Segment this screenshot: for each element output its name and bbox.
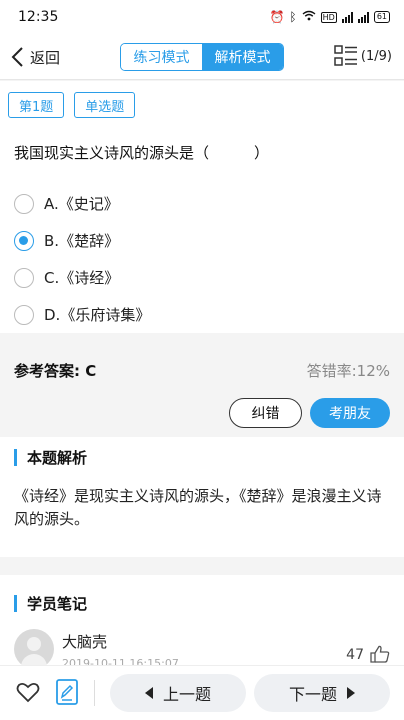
question-tags: 第1题 单选题 [8, 92, 136, 118]
quiz-friend-button[interactable]: 考朋友 [310, 398, 390, 428]
hd-icon: HD [320, 11, 337, 23]
triangle-right-icon [347, 687, 355, 699]
battery-icon: 61 [373, 11, 390, 23]
option-a-letter: A. [44, 194, 59, 213]
bottom-bar: 上一题 下一题 [0, 665, 404, 720]
radio-b[interactable] [14, 230, 34, 251]
option-a[interactable]: A. 《史记》 [14, 185, 150, 222]
section-accent-bar [14, 449, 17, 466]
edit-note-icon[interactable] [56, 679, 78, 705]
progress-text: (1/9) [360, 48, 392, 64]
option-a-text: 《史记》 [58, 195, 119, 213]
status-time: 12:35 [18, 9, 59, 25]
status-icons: ⏰ ᛒ HD 61 [269, 10, 390, 24]
analysis-title-text: 本题解析 [27, 449, 88, 467]
question-type-tag: 单选题 [74, 92, 136, 118]
radio-d[interactable] [14, 304, 34, 325]
note-username: 大脑壳 [62, 633, 108, 651]
back-label: 返回 [30, 48, 61, 67]
wifi-icon [302, 10, 316, 24]
option-d-text: 《乐府诗集》 [60, 306, 151, 324]
prev-label: 上一题 [162, 685, 211, 704]
thumbs-up-icon[interactable] [370, 645, 390, 663]
radio-c[interactable] [14, 267, 34, 288]
analysis-title: 本题解析 [14, 447, 87, 468]
triangle-left-icon [144, 687, 153, 699]
analysis-text: 《诗经》是现实主义诗风的源头，《楚辞》是浪漫主义诗风的源头。 [14, 487, 382, 528]
question-list-button[interactable]: (1/9) [334, 45, 392, 67]
next-question-button[interactable]: 下一题 [254, 674, 390, 712]
notes-title-text: 学员笔记 [27, 595, 88, 613]
option-b-text: 《楚辞》 [59, 232, 120, 250]
options-list: A. 《史记》 B. 《楚辞》 C. 《诗经》 D. 《乐府诗集》 [14, 185, 150, 333]
list-icon [334, 45, 357, 66]
analysis-section: 本题解析 《诗经》是现实主义诗风的源头，《楚辞》是浪漫主义诗风的源头。 [0, 437, 404, 557]
question-number-tag: 第1题 [8, 92, 65, 118]
bluetooth-icon: ᛒ [289, 10, 297, 24]
tab-practice-mode[interactable]: 练习模式 [121, 44, 202, 70]
prev-question-button[interactable]: 上一题 [110, 674, 246, 712]
chevron-left-icon [11, 47, 23, 67]
notes-title: 学员笔记 [14, 593, 87, 614]
option-b[interactable]: B. 《楚辞》 [14, 222, 150, 259]
option-b-letter: B. [44, 231, 60, 250]
back-button[interactable]: 返回 [10, 42, 60, 72]
question-stem: 我国现实主义诗风的源头是（ ） [14, 144, 270, 162]
divider [94, 680, 95, 706]
note-like-count: 47 [346, 647, 364, 663]
avatar[interactable] [14, 629, 54, 669]
question-card: 第1题 单选题 我国现实主义诗风的源头是（ ） A. 《史记》 B. 《楚辞》 … [0, 81, 404, 333]
section-accent-bar [14, 595, 17, 612]
heart-icon[interactable] [16, 681, 40, 703]
nav-bar: 返回 练习模式 解析模式 (1/9) [0, 34, 404, 80]
option-c-letter: C. [44, 268, 60, 287]
alarm-icon: ⏰ [269, 10, 285, 24]
reference-answer: 参考答案: C [14, 362, 97, 380]
signal-icon [341, 11, 353, 23]
tab-analysis-mode[interactable]: 解析模式 [202, 44, 283, 70]
mode-switch: 练习模式 解析模式 [120, 43, 284, 71]
notes-section: 学员笔记 大脑壳 2019-10-11 16:15:07 47 [0, 575, 404, 670]
error-rate: 答错率:12% [306, 362, 390, 380]
option-d-letter: D. [44, 305, 61, 324]
status-bar: 12:35 ⏰ ᛒ HD 61 [0, 0, 404, 34]
signal-icon-2 [357, 11, 369, 23]
option-d[interactable]: D. 《乐府诗集》 [14, 296, 150, 333]
option-c[interactable]: C. 《诗经》 [14, 259, 150, 296]
option-c-text: 《诗经》 [59, 269, 120, 287]
radio-a[interactable] [14, 193, 34, 214]
answer-section: 参考答案: C 答错率:12% 纠错 考朋友 [0, 340, 404, 436]
next-label: 下一题 [288, 685, 337, 704]
report-error-button[interactable]: 纠错 [229, 398, 302, 428]
